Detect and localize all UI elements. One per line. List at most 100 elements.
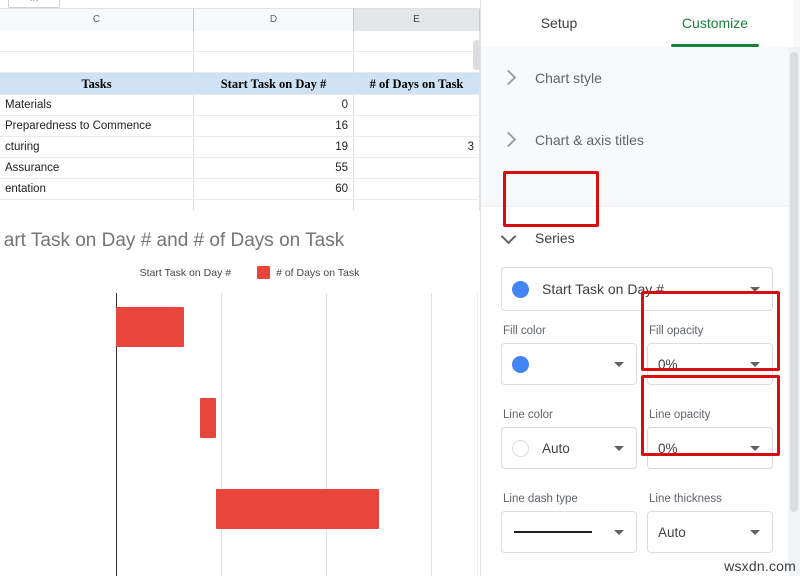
line-dash-type-label: Line dash type — [503, 493, 578, 505]
header-days-on-task[interactable]: # of Days on Task — [354, 73, 480, 94]
table-row[interactable] — [0, 52, 480, 73]
gridline-20 — [221, 293, 222, 576]
column-header-d[interactable]: D — [194, 9, 354, 31]
line-thickness-label: Line thickness — [649, 493, 722, 505]
panel-body: Chart style Chart & axis titles Series S… — [481, 47, 793, 576]
bar-assess-preparedness[interactable] — [200, 398, 216, 438]
fill-opacity-label: Fill opacity — [649, 325, 703, 337]
section-label: Series — [535, 230, 575, 246]
cell-days[interactable]: 3 — [354, 137, 480, 157]
column-header-c[interactable]: C — [0, 9, 194, 31]
cell-start[interactable]: 19 — [194, 137, 354, 157]
cell-task[interactable]: entation — [0, 179, 194, 199]
chevron-down-icon — [614, 362, 624, 367]
fx-label: fx — [8, 0, 60, 8]
gantt-chart[interactable]: art Task on Day # and # of Days on Task … — [0, 211, 480, 576]
cell-start[interactable]: 55 — [194, 158, 354, 178]
table-row[interactable]: cturing 19 3 — [0, 137, 480, 158]
cell-task[interactable]: cturing — [0, 137, 194, 157]
tab-setup[interactable]: Setup — [481, 0, 637, 47]
legend-label: # of Days on Task — [276, 267, 359, 279]
header-start-day[interactable]: Start Task on Day # — [194, 73, 354, 94]
line-thickness-dropdown[interactable]: Auto — [647, 511, 773, 553]
header-tasks[interactable]: Tasks — [0, 73, 194, 94]
cell-start[interactable]: 16 — [194, 116, 354, 136]
line-opacity-dropdown[interactable]: 0% — [647, 427, 773, 469]
cell-days[interactable] — [354, 116, 480, 136]
series-selector-value: Start Task on Day # — [542, 281, 664, 297]
chevron-down-icon — [750, 446, 760, 451]
line-color-label: Line color — [503, 409, 553, 421]
line-color-dropdown[interactable]: Auto — [501, 427, 637, 469]
cell-start[interactable]: 60 — [194, 179, 354, 199]
chevron-right-icon — [499, 130, 519, 150]
bar-manufacturing[interactable] — [216, 489, 379, 529]
fill-opacity-dropdown[interactable]: 0% — [647, 343, 773, 385]
cell-task[interactable]: Assurance — [0, 158, 194, 178]
formula-bar: fx — [0, 0, 480, 9]
chart-legend: Start Task on Day # # of Days on Task — [0, 266, 480, 279]
section-chart-axis-titles[interactable]: Chart & axis titles — [481, 109, 793, 171]
table-row[interactable]: entation 60 — [0, 179, 480, 200]
solid-line-icon — [514, 531, 592, 533]
cell-c-empty1[interactable] — [0, 31, 194, 51]
legend-swatch-red-icon — [257, 266, 270, 279]
chart-title: art Task on Day # and # of Days on Task — [0, 230, 404, 252]
chart-editor-panel: Setup Customize Chart style Chart & axis… — [480, 0, 800, 576]
cell-days[interactable] — [354, 179, 480, 199]
cell-d-empty2[interactable] — [194, 52, 354, 72]
panel-tab-bar: Setup Customize — [481, 0, 793, 47]
line-opacity-value: 0% — [658, 441, 678, 456]
section-series[interactable]: Series — [481, 207, 793, 269]
column-header-e[interactable]: E — [354, 9, 480, 31]
line-dash-type-dropdown[interactable] — [501, 511, 637, 553]
legend-item-days-on-task[interactable]: # of Days on Task — [257, 266, 359, 279]
chevron-down-icon — [614, 446, 624, 451]
panel-scrollbar-thumb[interactable] — [790, 52, 798, 512]
chevron-down-icon — [750, 287, 760, 292]
sheet-vertical-scrollbar[interactable] — [473, 40, 480, 70]
cell-e-empty2[interactable] — [354, 52, 480, 72]
chevron-down-icon — [614, 530, 624, 535]
screenshot-root: fx C D E Tasks Start Task on Day # # of … — [0, 0, 800, 576]
line-thickness-value: Auto — [658, 525, 686, 540]
chevron-down-icon — [750, 362, 760, 367]
cell-days[interactable] — [354, 95, 480, 115]
series-selector-dropdown[interactable]: Start Task on Day # — [501, 267, 773, 311]
cell-c-empty2[interactable] — [0, 52, 194, 72]
table-row[interactable]: Preparedness to Commence 16 — [0, 116, 480, 137]
cell-e-empty1[interactable] — [354, 31, 480, 51]
gridline-60 — [431, 293, 432, 576]
cell-d-empty1[interactable] — [194, 31, 354, 51]
gridline-edge — [477, 293, 478, 576]
table-row[interactable] — [0, 31, 480, 52]
table-row[interactable]: Materials 0 — [0, 95, 480, 116]
table-row[interactable]: Assurance 55 — [0, 158, 480, 179]
legend-label: Start Task on Day # — [140, 267, 231, 279]
fill-color-label: Fill color — [503, 325, 546, 337]
fill-color-swatch-icon — [512, 356, 529, 373]
fill-color-dropdown[interactable] — [501, 343, 637, 385]
chevron-down-icon — [499, 228, 519, 248]
legend-swatch-invisible-icon — [121, 266, 134, 279]
cell-start[interactable]: 0 — [194, 95, 354, 115]
cell-task[interactable]: Preparedness to Commence — [0, 116, 194, 136]
chevron-right-icon — [499, 68, 519, 88]
chart-plot-area: Source Materials Assess Preparedness to … — [116, 293, 478, 576]
table-header-row[interactable]: Tasks Start Task on Day # # of Days on T… — [0, 73, 480, 95]
section-label: Chart style — [535, 70, 602, 86]
tab-customize[interactable]: Customize — [637, 0, 793, 47]
chevron-down-icon — [750, 530, 760, 535]
bar-source-materials[interactable] — [116, 307, 184, 347]
gridline-40 — [326, 293, 327, 576]
line-color-value: Auto — [542, 441, 570, 456]
fill-opacity-value: 0% — [658, 357, 678, 372]
legend-item-start-task[interactable]: Start Task on Day # — [121, 266, 231, 279]
section-label: Chart & axis titles — [535, 132, 644, 148]
section-chart-style[interactable]: Chart style — [481, 47, 793, 109]
cell-task[interactable]: Materials — [0, 95, 194, 115]
line-opacity-label: Line opacity — [649, 409, 710, 421]
spreadsheet-area: fx C D E Tasks Start Task on Day # # of … — [0, 0, 480, 576]
line-color-swatch-icon — [512, 440, 529, 457]
cell-days[interactable] — [354, 158, 480, 178]
